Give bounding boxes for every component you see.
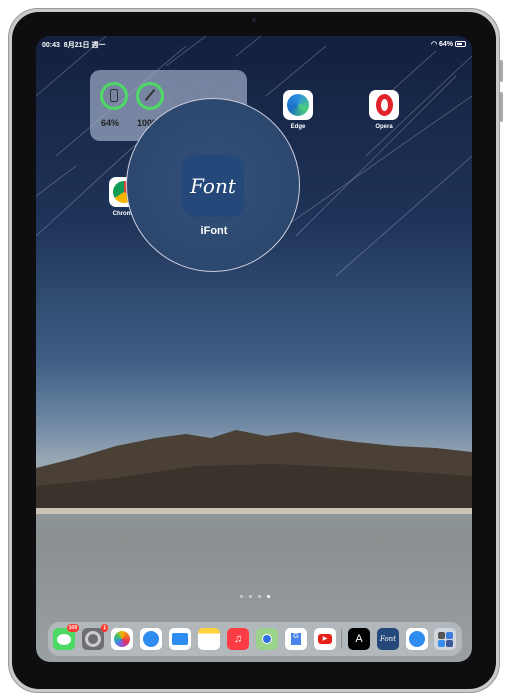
- home-screen: 00:43 8月21日 週一 ◠ 64% 64% 100% Edge Opera…: [36, 36, 472, 662]
- play-icon: ▶: [318, 634, 332, 644]
- edge-icon: [287, 94, 309, 116]
- page-dot[interactable]: [249, 595, 252, 598]
- message-bubble-icon: [57, 633, 71, 645]
- camera: [252, 18, 256, 22]
- compass-icon: [409, 631, 425, 647]
- wifi-icon: ◠: [430, 41, 438, 48]
- ipad-icon: [110, 89, 118, 102]
- translate-icon: G: [291, 633, 301, 645]
- page-indicator[interactable]: [240, 595, 270, 598]
- ifont-app[interactable]: Font: [182, 155, 244, 217]
- files-app[interactable]: [169, 628, 191, 650]
- ipad-battery-value: 64%: [101, 118, 120, 128]
- dock: 109 1 ♫ G ▶ A Font: [48, 622, 462, 656]
- edge-app[interactable]: [283, 90, 313, 120]
- maps-app[interactable]: [256, 628, 278, 650]
- opera-app[interactable]: [369, 90, 399, 120]
- page-dot[interactable]: [240, 595, 243, 598]
- messages-badge: 109: [66, 624, 79, 632]
- edge-label: Edge: [290, 124, 306, 130]
- status-bar: 00:43 8月21日 週一 ◠ 64%: [42, 40, 466, 52]
- settings-app[interactable]: 1: [82, 624, 108, 650]
- photos-app[interactable]: [111, 628, 133, 650]
- battery-percent: 64%: [439, 41, 454, 48]
- ipad-battery-ring: [100, 82, 128, 110]
- safari-recent-app[interactable]: [406, 628, 428, 650]
- dock-divider: [341, 629, 342, 649]
- map-icon: [262, 634, 272, 644]
- notes-app[interactable]: [198, 628, 220, 650]
- ifont-label: iFont: [200, 225, 228, 237]
- clock: 00:43: [42, 42, 60, 49]
- music-app[interactable]: ♫: [227, 628, 249, 650]
- date: 8月21日 週一: [63, 42, 106, 49]
- battery-icon: [455, 41, 466, 48]
- compass-icon: [143, 631, 159, 647]
- font-app[interactable]: A: [348, 628, 370, 650]
- settings-badge: 1: [101, 624, 108, 632]
- app-library[interactable]: [434, 628, 456, 650]
- top-button: [500, 60, 503, 82]
- opera-label: Opera: [375, 124, 393, 130]
- page-dot-active[interactable]: [267, 595, 270, 598]
- magnifier: Font iFont: [126, 98, 300, 272]
- ifont-dock-app[interactable]: Font: [377, 628, 399, 650]
- messages-app[interactable]: 109: [53, 624, 79, 650]
- mountains: [36, 430, 472, 514]
- photos-icon: [114, 631, 130, 647]
- safari-app[interactable]: [140, 628, 162, 650]
- app-library-icon: [437, 631, 453, 647]
- opera-icon: [375, 94, 393, 116]
- folder-icon: [172, 633, 188, 645]
- google-translate-app[interactable]: G: [285, 628, 307, 650]
- pencil-battery-ring: [136, 82, 164, 110]
- volume-button: [500, 92, 503, 122]
- pencil-icon: [144, 88, 156, 102]
- youtube-app[interactable]: ▶: [314, 628, 336, 650]
- gear-icon: [85, 631, 101, 647]
- page-dot[interactable]: [258, 595, 261, 598]
- music-note-icon: ♫: [233, 633, 243, 645]
